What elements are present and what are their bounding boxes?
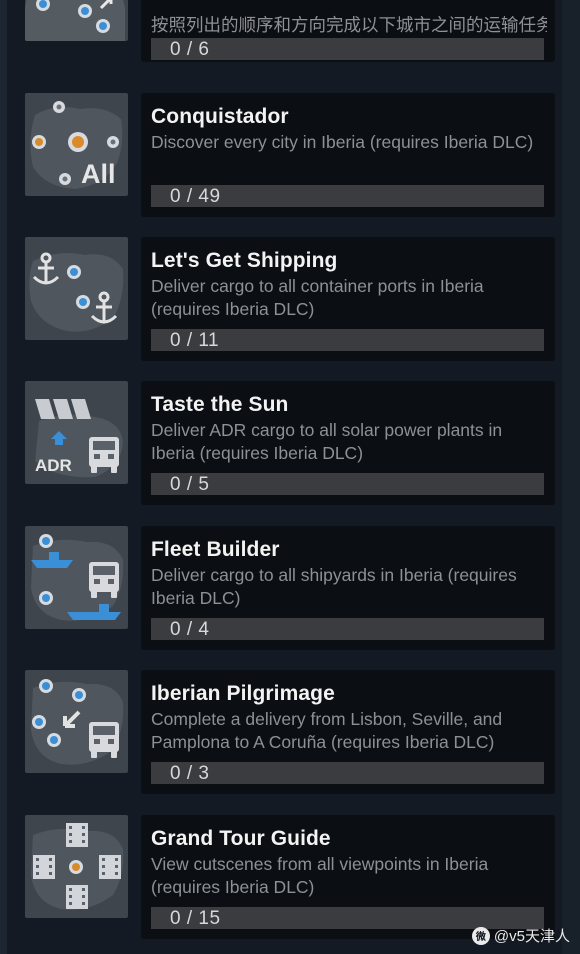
achievement-title: Taste the Sun [151, 393, 289, 416]
watermark-text: @v5天津人 [493, 928, 570, 945]
progress-text: 0 / 4 [170, 619, 210, 640]
progress-text: 0 / 11 [170, 330, 220, 351]
achievement-item[interactable]: 按照列出的顺序和方向完成以下城市之间的运输任务：巴黎-斯特拉斯堡，斯特拉斯堡-莫… [25, 0, 555, 62]
progress-text: 0 / 6 [170, 39, 210, 60]
achievement-description: 按照列出的顺序和方向完成以下城市之间的运输任务：巴黎-斯特拉斯堡，斯特拉斯堡-莫… [151, 15, 547, 35]
achievement-description: Complete a delivery from Lisbon, Seville… [151, 709, 503, 752]
achievement-panel: Conquistador Discover every city in Iber… [141, 93, 555, 217]
window-frame-right [562, 0, 580, 954]
progress-text: 0 / 49 [170, 186, 221, 207]
weibo-logo-icon: 微 [471, 926, 490, 945]
achievement-title: Grand Tour Guide [151, 827, 331, 850]
progress-bar: 0 / 49 [151, 185, 544, 207]
progress-text: 0 / 5 [170, 474, 210, 495]
achievement-item[interactable]: Grand Tour Guide View cutscenes from all… [25, 815, 555, 939]
achievement-panel: 按照列出的顺序和方向完成以下城市之间的运输任务：巴黎-斯特拉斯堡，斯特拉斯堡-莫… [141, 0, 555, 62]
achievement-title: Iberian Pilgrimage [151, 682, 335, 705]
map-route-icon [25, 0, 128, 41]
watermark: 微 @v5天津人 [471, 925, 570, 946]
achievement-description: Deliver ADR cargo to all solar power pla… [151, 420, 503, 463]
achievement-description: Discover every city in Iberia (requires … [151, 132, 534, 152]
map-cities-truck-icon [25, 670, 128, 773]
achievement-description: View cutscenes from all viewpoints in Ib… [151, 854, 489, 897]
map-viewpoints-film-icon [25, 815, 128, 918]
achievement-panel: Let's Get Shipping Deliver cargo to all … [141, 237, 555, 361]
progress-bar: 0 / 3 [151, 762, 544, 784]
achievement-description: Deliver cargo to all container ports in … [151, 276, 484, 319]
achievement-title: Let's Get Shipping [151, 249, 338, 272]
achievement-title: Fleet Builder [151, 538, 280, 561]
progress-bar: 0 / 6 [151, 38, 544, 60]
progress-bar: 0 / 4 [151, 618, 544, 640]
map-ships-truck-icon [25, 526, 128, 629]
achievement-item[interactable]: Let's Get Shipping Deliver cargo to all … [25, 237, 555, 361]
map-all-cities-icon: All [25, 93, 128, 196]
achievement-description: Deliver cargo to all shipyards in Iberia… [151, 565, 517, 608]
achievement-item[interactable]: All Conquistador Discover every city in … [25, 93, 555, 217]
achievement-panel: Iberian Pilgrimage Complete a delivery f… [141, 670, 555, 794]
window-frame-left [0, 0, 7, 954]
all-label: All [81, 159, 116, 189]
achievement-panel: Taste the Sun Deliver ADR cargo to all s… [141, 381, 555, 505]
progress-text: 0 / 3 [170, 763, 210, 784]
map-ports-anchor-icon [25, 237, 128, 340]
achievement-title: Conquistador [151, 105, 289, 128]
achievement-item[interactable]: ADR Taste the Sun Deliver ADR cargo to a… [25, 381, 555, 505]
achievement-item[interactable]: Iberian Pilgrimage Complete a delivery f… [25, 670, 555, 794]
progress-bar: 0 / 11 [151, 329, 544, 351]
adr-label: ADR [35, 456, 72, 475]
achievement-panel: Fleet Builder Deliver cargo to all shipy… [141, 526, 555, 650]
achievement-panel: Grand Tour Guide View cutscenes from all… [141, 815, 555, 939]
progress-bar: 0 / 5 [151, 473, 544, 495]
achievement-item[interactable]: Fleet Builder Deliver cargo to all shipy… [25, 526, 555, 650]
solar-adr-truck-icon: ADR [25, 381, 128, 484]
progress-text: 0 / 15 [170, 908, 221, 929]
